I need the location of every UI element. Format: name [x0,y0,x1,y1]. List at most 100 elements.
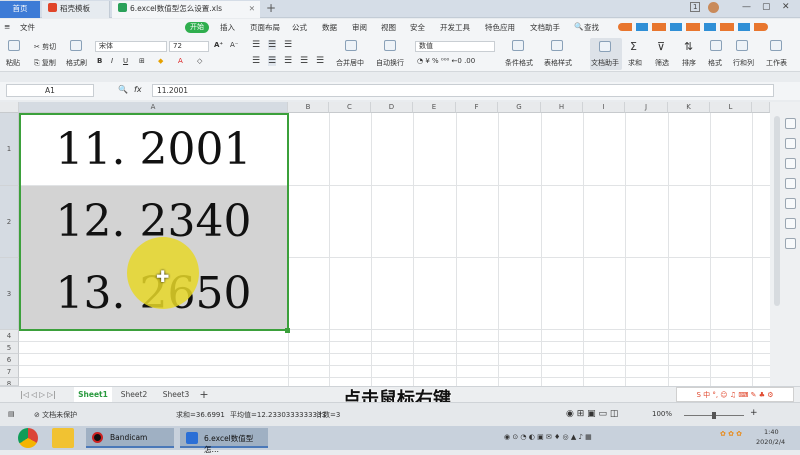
sum-button[interactable]: 求和 [628,58,642,68]
tab-sheet2[interactable]: Sheet2 [114,387,154,402]
format-painter-icon[interactable] [70,40,82,51]
worksheet-button[interactable]: 工作表 [766,58,787,68]
menu-formula[interactable]: 公式 [292,22,307,33]
number-format-select[interactable]: 数值 [415,41,495,52]
property-icon[interactable] [785,178,796,189]
taskbar-bandicam[interactable]: Bandicam [86,428,174,448]
justify-icon[interactable]: ☰ [300,56,308,66]
bold-icon[interactable]: B [97,57,102,65]
align-center-icon[interactable]: ☰ [268,56,277,66]
row-header-6[interactable]: 6 [0,354,19,366]
sort-icon[interactable]: ⇅ [684,40,693,53]
badge[interactable]: 1 [690,2,701,12]
add-sheet-icon[interactable]: + [197,387,211,402]
search-icon[interactable]: 🔍 [574,22,583,31]
sort-button[interactable]: 排序 [682,58,696,68]
avatar[interactable] [708,2,719,13]
column-header-j[interactable]: J [625,102,668,113]
table-style-icon[interactable] [551,40,563,51]
align-bottom-icon[interactable]: ☰ [284,40,292,50]
row-header-1[interactable]: 1 [0,113,19,186]
select-all-corner[interactable] [0,102,19,113]
share-icon[interactable] [785,218,796,229]
zoom-formula-icon[interactable]: 🔍 [118,85,128,94]
rows-cols-button[interactable]: 行和列 [733,58,754,68]
view-icons[interactable]: ◉ ⊞ ▣ ▭ ◫ [566,409,618,419]
format-button[interactable]: 格式 [708,58,722,68]
tab-sheet1[interactable]: Sheet1 [74,387,112,402]
maximize-icon[interactable]: ▢ [762,2,771,12]
menu-special[interactable]: 特色应用 [485,22,515,33]
folder-icon[interactable] [52,428,74,448]
column-header-h[interactable]: H [541,102,583,113]
menu-search[interactable]: 查找 [584,22,599,33]
row-header-3[interactable]: 3 [0,258,19,330]
table-style-button[interactable]: 表格样式 [544,58,572,68]
close-window-icon[interactable]: ✕ [782,2,790,12]
filter-button[interactable]: 筛选 [655,58,669,68]
sum-icon[interactable]: Σ [630,40,637,53]
rows-cols-icon[interactable] [736,40,748,51]
sheet-nav-arrows[interactable]: |◁ ◁ ▷ ▷| [8,387,68,402]
zoom-slider-thumb[interactable] [712,412,716,419]
minimize-icon[interactable]: — [742,2,751,12]
menu-data[interactable]: 数据 [322,22,337,33]
column-header-m[interactable] [752,102,770,113]
fx-icon[interactable]: fx [134,85,142,94]
menu-review[interactable]: 审阅 [352,22,367,33]
font-color-icon[interactable]: A [178,57,183,65]
fill-handle[interactable] [285,328,290,333]
underline-icon[interactable]: U [123,57,128,65]
border-icon[interactable]: ⊞ [139,57,145,65]
help-icon[interactable] [785,238,796,249]
font-size-select[interactable]: 72 [169,41,209,52]
fill-color-icon[interactable]: ◆ [158,57,163,65]
name-box[interactable]: A1 [6,84,94,97]
formula-input[interactable]: 11.2001 [152,84,774,97]
chrome-icon[interactable] [18,428,38,448]
menu-security[interactable]: 安全 [410,22,425,33]
merge-center-button[interactable]: 合并居中 [336,58,364,68]
align-top-icon[interactable]: ☰ [252,40,260,50]
tray-icons[interactable]: ◉ ⊙ ◔ ◐ ▣ ✉ ♦ ◎ ▲ ♪ ▦ [504,433,592,441]
style-icon[interactable] [785,138,796,149]
align-left-icon[interactable]: ☰ [252,56,260,66]
menu-doc-helper[interactable]: 文档助手 [530,22,560,33]
merge-center-icon[interactable] [345,40,357,51]
menu-insert[interactable]: 插入 [220,22,235,33]
row-header-8[interactable]: 8 [0,378,19,386]
protect-status[interactable]: ⊘ 文档未保护 [34,410,77,420]
column-header-f[interactable]: F [456,102,498,113]
close-tab-icon[interactable]: ✕ [249,1,255,17]
clear-icon[interactable]: ◇ [197,57,202,65]
cut-button[interactable]: ✂ 剪切 [34,42,56,52]
input-method-bar[interactable]: S 中 °, ☺ ♫ ⌨ ✎ ♣ ⚙ [676,387,794,402]
new-tab-icon[interactable]: + [266,0,276,17]
format-painter-button[interactable]: 格式刷 [66,58,87,68]
column-header-l[interactable]: L [710,102,752,113]
tab-document[interactable]: 6.excel数值型怎么设置.xls ✕ [112,1,260,18]
backup-icon[interactable] [785,198,796,209]
paste-button[interactable]: 粘贴 [6,58,20,68]
column-header-b[interactable]: B [288,102,329,113]
conditional-format-icon[interactable] [512,40,524,51]
column-header-i[interactable]: I [583,102,625,113]
column-header-a[interactable]: A [19,102,288,113]
menu-file[interactable]: 文件 [20,22,35,33]
tab-home[interactable]: 首页 [0,1,40,18]
column-header-e[interactable]: E [413,102,456,113]
distribute-icon[interactable]: ☰ [316,56,324,66]
row-header-4[interactable]: 4 [0,330,19,342]
row-header-7[interactable]: 7 [0,366,19,378]
wrap-text-button[interactable]: 自动换行 [376,58,404,68]
worksheet-icon[interactable] [770,40,782,51]
column-header-g[interactable]: G [498,102,541,113]
column-header-c[interactable]: C [329,102,371,113]
select-icon[interactable] [785,118,796,129]
italic-icon[interactable]: I [111,57,113,65]
conditional-format-button[interactable]: 条件格式 [505,58,533,68]
align-middle-icon[interactable]: ☰ [268,40,277,50]
align-right-icon[interactable]: ☰ [284,56,292,66]
column-header-d[interactable]: D [371,102,413,113]
vertical-scrollbar[interactable] [774,116,780,306]
